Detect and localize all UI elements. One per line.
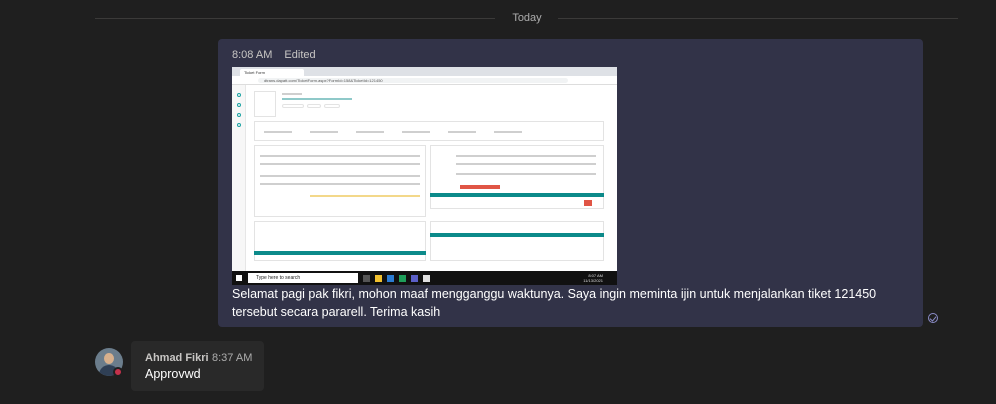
attachment-red-button [460,185,500,189]
received-message-text: Approvwd [145,367,201,381]
taskbar-app-icon [399,274,406,282]
attachment-address-bar: dtrans.dapatt.com/TicketForm.aspx?FormId… [232,76,617,85]
avatar-head [104,353,114,364]
attachment-line [260,163,420,165]
attachment-table-header [430,193,604,197]
screenshot-attachment[interactable]: Ticket Form dtrans.dapatt.com/TicketForm… [232,67,617,285]
attachment-line [456,155,596,157]
attachment-line [260,155,420,157]
date-divider-label: Today [512,12,542,24]
attachment-pill-button [282,104,304,108]
attachment-line [260,175,420,177]
windows-logo-icon [236,275,242,281]
attachment-line [282,93,302,95]
attachment-browser-tab: Ticket Form [240,69,304,76]
taskbar-date: 11/13/2021 [583,278,603,283]
sent-message-meta: 8:08 AM Edited [232,49,316,61]
attachment-line [260,183,420,185]
attachment-assignment-card [430,221,604,261]
taskbar-search: Type here to search [248,273,358,283]
sender-name[interactable]: Ahmad Fikri [145,352,209,364]
taskbar-app-icon [423,274,430,282]
taskbar-app-icon [411,274,418,282]
attachment-line [282,98,352,100]
date-divider-line-left [95,18,495,19]
attachment-group-card [254,221,426,261]
attachment-nav-icon [237,123,241,127]
sent-message-text: Selamat pagi pak fikri, mohon maaf mengg… [232,287,877,319]
attachment-nav-icon [237,93,241,97]
received-message-bubble[interactable]: Ahmad Fikri 8:37 AM Approvwd [131,341,264,391]
attachment-pill-button [324,104,340,108]
attachment-browser-tabs: Ticket Form [232,67,617,76]
taskbar-app-icon [363,274,370,282]
received-message-time: 8:37 AM [212,352,253,364]
attachment-table-header [430,233,604,237]
taskbar-app-icon [375,274,382,282]
attachment-table-header [254,251,426,255]
taskbar-clock: 8:07 AM 11/13/2021 [583,273,603,283]
presence-busy-icon [113,367,123,377]
attachment-url: dtrans.dapatt.com/TicketForm.aspx?FormId… [258,78,568,83]
attachment-line [402,131,430,133]
attachment-taskbar: Type here to search 8:07 AM 11/13/2021 [232,271,617,285]
attachment-line [456,173,596,175]
attachment-form-icon-card [254,91,276,117]
attachment-nav-icon [237,103,241,107]
edited-label: Edited [284,49,316,61]
read-receipt-icon [928,313,938,323]
attachment-app-sidebar [232,85,246,271]
attachment-line [310,195,420,197]
attachment-line [356,131,384,133]
attachment-line [494,131,522,133]
date-divider-line-right [558,18,958,19]
attachment-nav-icon [237,113,241,117]
attachment-app-content [250,87,612,271]
attachment-line [310,131,338,133]
attachment-line [448,131,476,133]
sent-message-bubble[interactable]: 8:08 AM Edited Ticket Form dtrans.dapatt… [218,39,923,327]
attachment-line [456,163,596,165]
attachment-pill-button [307,104,321,108]
attachment-line [264,131,292,133]
attachment-delete-button [584,200,592,206]
taskbar-app-icon [387,274,394,282]
sent-message-time: 8:08 AM [232,49,273,61]
